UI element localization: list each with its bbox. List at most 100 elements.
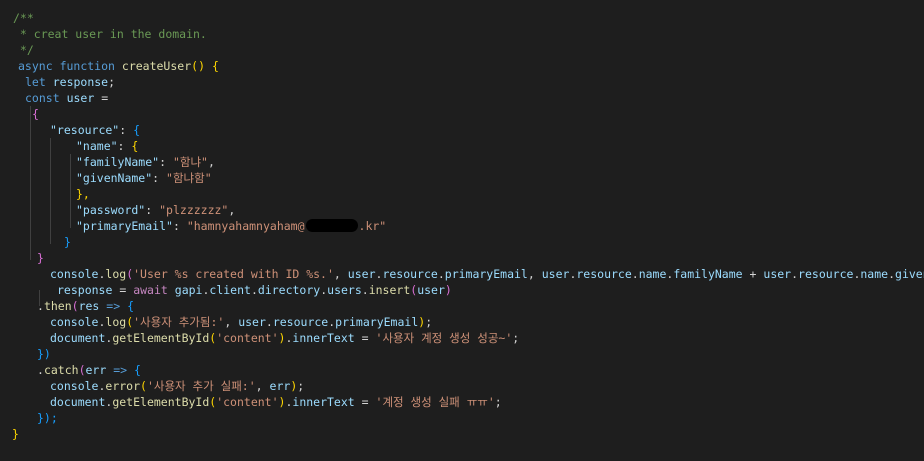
code-line-9: "name": {: [76, 138, 138, 154]
punctuation: ;: [108, 75, 116, 89]
punctuation: .: [37, 299, 44, 313]
operator: =: [361, 395, 369, 409]
operator: +: [749, 267, 757, 281]
indent-guide: [70, 154, 71, 228]
identifier: name: [638, 267, 667, 281]
code-comment: * creat user in the domain.: [13, 27, 207, 41]
punctuation: .: [37, 363, 44, 377]
code-line-21: document.getElementById('content').inner…: [50, 330, 519, 346]
string-literal: "plzzzzzz": [159, 203, 229, 217]
identifier: document: [50, 331, 106, 345]
punctuation: ,: [333, 267, 341, 281]
code-line-12: },: [76, 186, 90, 202]
identifier: document: [50, 395, 106, 409]
variable-response: response: [52, 75, 109, 89]
identifier: primaryEmail: [335, 315, 419, 329]
code-line-19: .then(res => {: [37, 298, 134, 314]
code-line-18: response = await gapi.client.directory.u…: [57, 282, 452, 298]
paren-token: ): [444, 283, 452, 297]
punctuation: ,: [224, 315, 232, 329]
identifier: user: [238, 315, 266, 329]
identifier: err: [85, 363, 107, 377]
code-line-6: const user =: [25, 90, 108, 106]
code-comment: */: [13, 43, 34, 57]
punctuation: ,: [527, 267, 535, 281]
identifier: console: [50, 379, 99, 393]
keyword-let: let: [25, 75, 46, 89]
punctuation: :: [172, 219, 180, 233]
code-line-10: "familyName": "함냐",: [76, 154, 215, 170]
code-line-8: "resource": {: [50, 122, 140, 138]
string-literal: 'User %s created with ID %s.': [133, 267, 334, 281]
identifier: name: [860, 267, 889, 281]
code-line-3: */: [13, 42, 34, 58]
keyword-async: async: [18, 59, 53, 73]
indent-guide: [50, 138, 51, 244]
brace-token: }: [37, 251, 44, 265]
punctuation: ,: [255, 379, 263, 393]
operator: =: [361, 331, 369, 345]
function-name: createUser: [121, 59, 192, 73]
identifier: resource: [382, 267, 438, 281]
identifier: resource: [576, 267, 632, 281]
code-line-7: {: [32, 106, 39, 122]
brace-token: },: [76, 187, 90, 201]
arrow-operator: =>: [113, 363, 128, 377]
string-literal: .kr": [358, 219, 387, 233]
identifier: err: [269, 379, 291, 393]
punctuation: ,: [207, 155, 215, 169]
punctuation: ;: [512, 331, 520, 345]
method-name: then: [43, 299, 72, 313]
indent-guide: [30, 106, 31, 260]
identifier: resource: [798, 267, 854, 281]
punctuation: :: [117, 139, 125, 153]
brace-token: {: [133, 123, 141, 137]
method-name: catch: [43, 363, 79, 377]
brace-token: }: [64, 235, 71, 249]
code-line-23: .catch(err => {: [37, 362, 141, 378]
identifier: console: [50, 267, 99, 281]
brace-token: });: [37, 411, 58, 425]
brace-token: {: [127, 299, 135, 313]
code-line-11: "givenName": "함냐함": [76, 170, 212, 186]
code-line-2: * creat user in the domain.: [13, 26, 207, 42]
paren-token: (): [191, 59, 205, 73]
object-key: "primaryEmail": [76, 219, 173, 233]
object-key: "familyName": [76, 155, 160, 169]
code-line-27: }: [12, 426, 19, 442]
code-editor[interactable]: /** * creat user in the domain. */ async…: [0, 0, 924, 461]
paren-token: (: [71, 299, 79, 313]
identifier: givenName: [895, 267, 924, 281]
punctuation: ,: [228, 203, 236, 217]
punctuation: ;: [494, 395, 502, 409]
method-name: getElementById: [112, 395, 210, 409]
variable-response: response: [57, 283, 113, 297]
identifier: users: [327, 283, 362, 297]
code-line-16: }: [37, 250, 44, 266]
code-line-15: }: [64, 234, 71, 250]
operator: =: [101, 91, 109, 105]
identifier: res: [78, 299, 100, 313]
object-key: "givenName": [76, 171, 153, 185]
identifier: resource: [272, 315, 329, 329]
object-key: "password": [76, 203, 146, 217]
identifier: user: [541, 267, 570, 281]
variable-user: user: [417, 283, 445, 297]
code-line-22: }): [37, 346, 51, 362]
code-comment: /**: [13, 11, 34, 25]
string-literal: "함냐함": [166, 171, 212, 185]
operator: =: [119, 283, 127, 297]
brace-token: {: [32, 107, 39, 121]
punctuation: .: [888, 267, 896, 281]
string-literal: '사용자 추가 실패:': [146, 379, 256, 393]
code-line-5: let response;: [25, 74, 115, 90]
paren-token: (: [78, 363, 86, 377]
string-literal: 'content': [216, 331, 279, 345]
identifier: gapi: [174, 283, 203, 297]
identifier: console: [50, 315, 99, 329]
string-literal: "hamnyahamnyaham@: [186, 219, 305, 233]
method-name: error: [105, 379, 141, 393]
punctuation: .: [361, 283, 369, 297]
identifier: client: [209, 283, 251, 297]
punctuation: .: [265, 315, 273, 329]
